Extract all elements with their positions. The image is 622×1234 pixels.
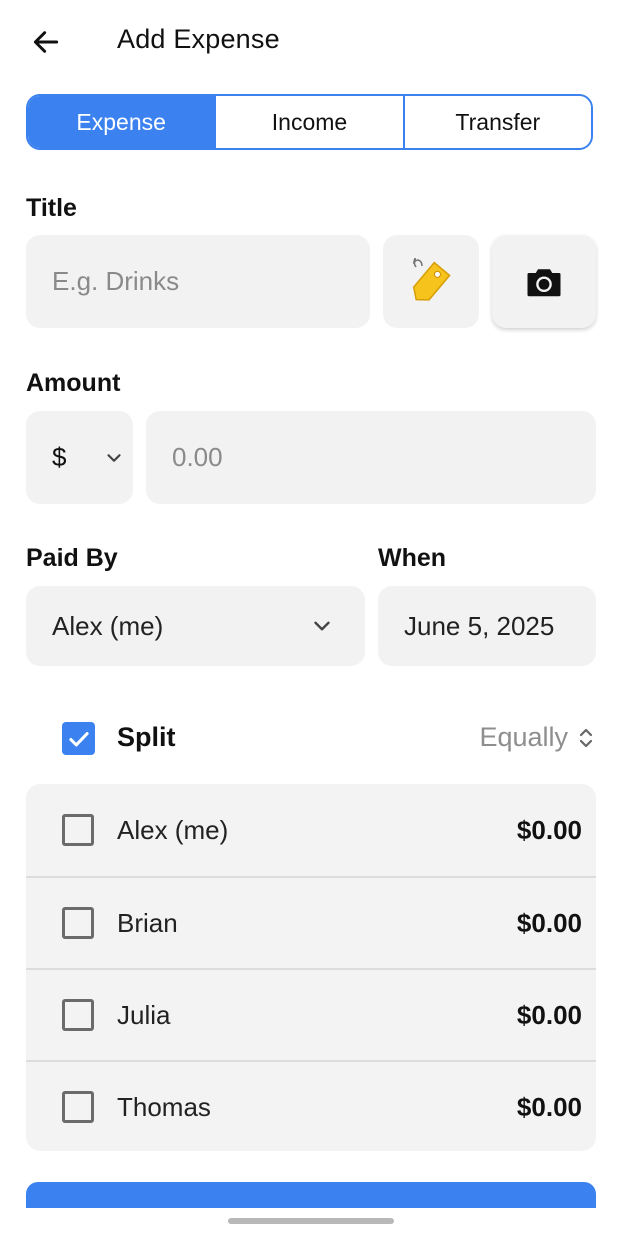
member-row[interactable]: Brian $0.00 <box>26 876 596 968</box>
add-expense-screen: Add Expense Expense Income Transfer Titl… <box>0 0 622 1234</box>
amount-field <box>146 411 596 504</box>
when-label: When <box>378 544 447 572</box>
home-indicator <box>228 1218 394 1224</box>
split-label: Split <box>117 722 176 752</box>
member-row[interactable]: Alex (me) $0.00 <box>26 784 596 876</box>
member-name: Brian <box>117 907 178 938</box>
camera-button[interactable] <box>492 235 596 328</box>
member-amount: $0.00 <box>516 1091 582 1122</box>
member-row[interactable]: Thomas $0.00 <box>26 1060 596 1151</box>
page-title: Add Expense <box>117 24 280 54</box>
member-amount: $0.00 <box>516 814 582 845</box>
member-row[interactable]: Julia $0.00 <box>26 968 596 1060</box>
chevron-down-icon <box>107 453 121 462</box>
title-label: Title <box>26 194 77 222</box>
split-members-list: Alex (me) $0.00 Brian $0.00 Julia $0.00 … <box>26 784 596 1151</box>
amount-input[interactable] <box>146 442 596 473</box>
tab-transfer[interactable]: Transfer <box>402 96 591 148</box>
member-name: Alex (me) <box>117 814 229 845</box>
currency-symbol: $ <box>52 442 67 472</box>
paid-by-select[interactable]: Alex (me) <box>26 586 365 666</box>
back-button[interactable] <box>26 22 66 62</box>
title-input[interactable] <box>26 266 370 297</box>
amount-label: Amount <box>26 369 121 397</box>
split-mode-select[interactable]: Equally <box>479 722 596 753</box>
member-amount: $0.00 <box>516 999 582 1030</box>
arrow-left-icon <box>33 31 59 53</box>
category-tag-button[interactable] <box>383 235 479 328</box>
date-value: June 5, 2025 <box>404 610 555 641</box>
camera-icon <box>527 268 561 296</box>
check-icon <box>68 731 89 746</box>
paid-by-label: Paid By <box>26 544 118 572</box>
currency-select[interactable]: $ <box>26 411 133 504</box>
member-checkbox[interactable] <box>62 814 94 846</box>
split-checkbox[interactable] <box>62 722 95 755</box>
member-checkbox[interactable] <box>62 1091 94 1123</box>
unfold-icon <box>579 728 593 747</box>
tag-icon <box>412 257 451 301</box>
member-name: Julia <box>117 999 171 1030</box>
member-checkbox[interactable] <box>62 907 94 939</box>
date-field[interactable]: June 5, 2025 <box>378 586 596 666</box>
member-amount: $0.00 <box>516 907 582 938</box>
chevron-down-icon <box>314 621 330 631</box>
paid-by-value: Alex (me) <box>52 610 164 641</box>
tab-income[interactable]: Income <box>214 96 403 148</box>
tab-expense[interactable]: Expense <box>28 96 215 148</box>
split-mode-value: Equally <box>479 722 568 752</box>
type-tabs: Expense Income Transfer <box>26 94 593 150</box>
member-checkbox[interactable] <box>62 999 94 1031</box>
title-field <box>26 235 370 328</box>
member-name: Thomas <box>117 1091 211 1122</box>
